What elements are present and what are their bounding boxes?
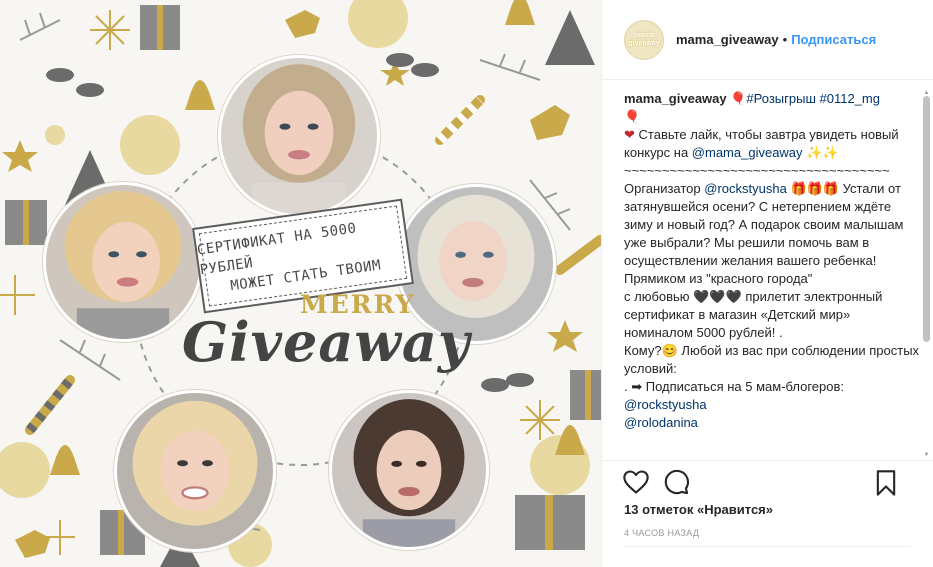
likes-count[interactable]: 13 отметок «Нравится» (624, 502, 773, 517)
scroll-thumb[interactable] (923, 96, 930, 342)
caption-mention-1[interactable]: @mama_giveaway (692, 145, 803, 160)
caption-love-line: с любовью 🖤🖤🖤 прилетит электронный серти… (624, 289, 883, 340)
certificate-line-1: Сертификат на 5000 рублей (196, 220, 358, 279)
follow-button[interactable]: Подписаться (791, 32, 876, 47)
caption-org-label: Организатор (624, 181, 705, 196)
participant-photo-2 (43, 182, 203, 342)
comment-icon[interactable] (662, 468, 690, 496)
caption-hashtags[interactable]: 🎈#Розыгрыш #0112_mg (727, 91, 880, 106)
caption-scrollbar[interactable]: ▲ ▼ (923, 90, 930, 458)
scroll-down-icon[interactable]: ▼ (923, 452, 930, 458)
caption-mention-2[interactable]: @rockstyusha (704, 181, 787, 196)
avatar[interactable]: mama giveaway (624, 19, 664, 60)
caption: mama_giveaway 🎈#Розыгрыш #0112_mg 🎈 ❤ Ст… (624, 90, 922, 458)
post-sidebar: mama giveaway mama_giveaway • Подписатьс… (601, 0, 933, 567)
caption-step-1: . ➡ Подписаться на 5 мам-блогеров: (624, 379, 845, 394)
bookmark-icon[interactable] (872, 469, 900, 497)
caption-org-text: 🎁🎁🎁 Устали от затянувшейся осени? С нете… (624, 181, 904, 286)
divider (624, 546, 911, 547)
participant-photo-1 (218, 55, 380, 217)
post-image[interactable]: Сертификат на 5000 рублей может стать тв… (0, 0, 601, 567)
avatar-text: mama giveaway (628, 31, 660, 47)
caption-line-like: ❤ Ставьте лайк, чтобы завтра увидеть нов… (624, 126, 922, 162)
post-timestamp[interactable]: 4 ЧАСОВ НАЗАД (624, 528, 699, 538)
caption-who: Кому?😊 Любой из вас при соблюдении прост… (624, 343, 920, 376)
action-bar (602, 460, 933, 502)
post-header: mama giveaway mama_giveaway • Подписатьс… (602, 0, 933, 80)
heart-like-icon[interactable] (622, 468, 650, 496)
heart-icon: ❤ (624, 127, 635, 142)
caption-username[interactable]: mama_giveaway (624, 91, 727, 106)
participant-photo-4 (114, 390, 276, 552)
caption-tilde: ~~~~~~~~~~~~~~~~~~~~~~~~~~~~~~~~~~~ (624, 163, 890, 178)
giveaway-text: Giveaway (182, 310, 471, 374)
caption-balloon: 🎈 (624, 109, 641, 124)
header-username[interactable]: mama_giveaway (676, 32, 779, 47)
caption-sparkles: ✨✨ (802, 145, 839, 160)
caption-mention-3[interactable]: @rockstyusha (624, 397, 707, 412)
caption-mention-4[interactable]: @rolodanina (624, 415, 698, 430)
header-separator: • (782, 32, 788, 47)
participant-photo-5 (329, 390, 489, 550)
caption-line-1: mama_giveaway 🎈#Розыгрыш #0112_mg (624, 90, 922, 108)
caption-organizer: Организатор @rockstyusha 🎁🎁🎁 Устали от з… (624, 180, 922, 288)
